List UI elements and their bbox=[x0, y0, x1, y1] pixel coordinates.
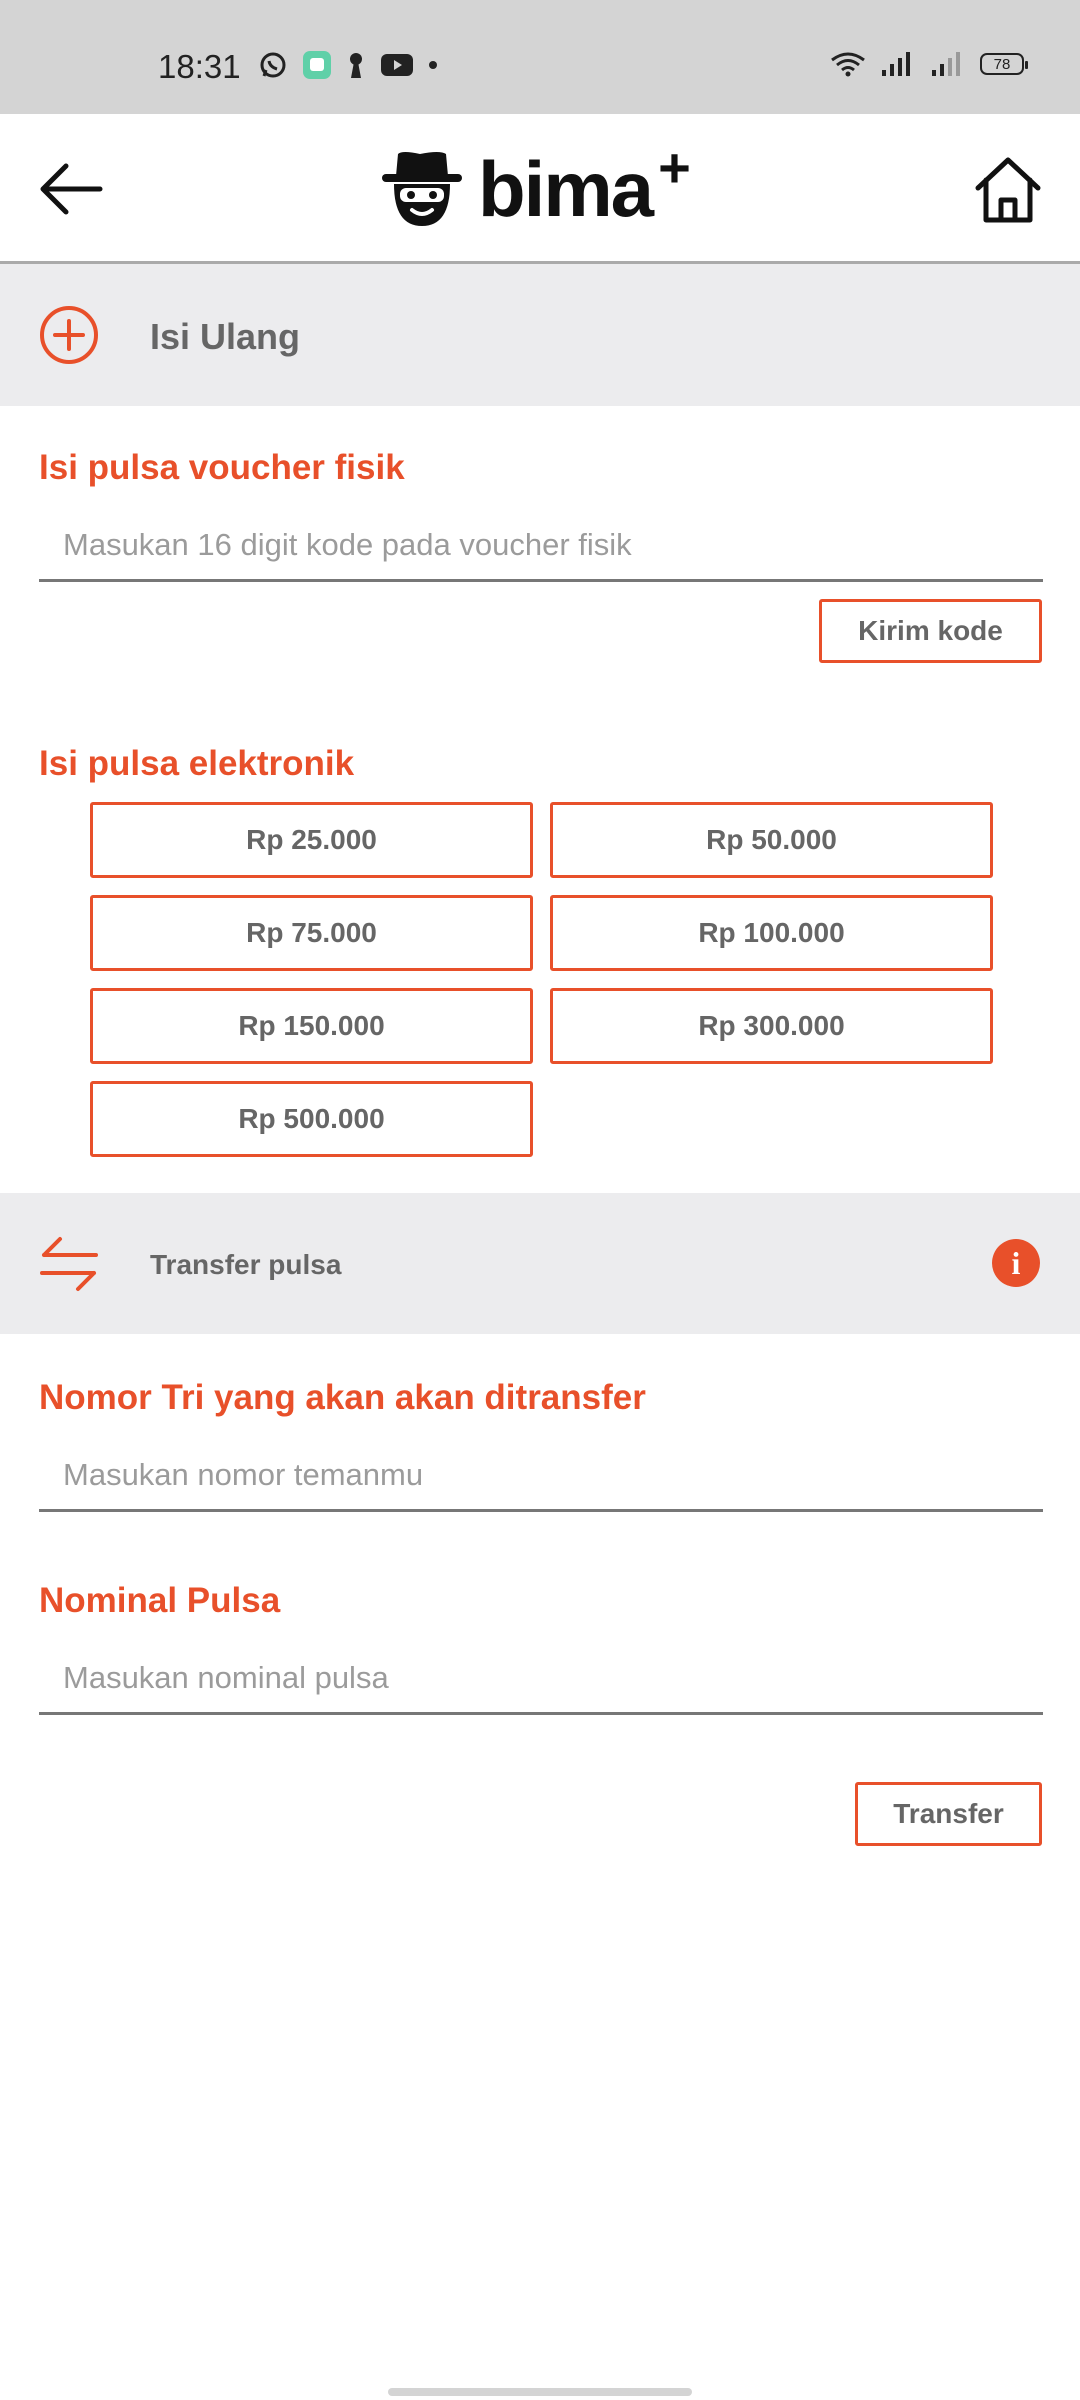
nominal-option-50000[interactable]: Rp 50.000 bbox=[550, 802, 993, 878]
logo-plus: + bbox=[658, 135, 691, 199]
chat-app-icon bbox=[303, 51, 331, 79]
wifi-icon bbox=[831, 52, 865, 77]
keyhole-icon bbox=[350, 53, 362, 78]
whatsapp-icon bbox=[260, 52, 286, 78]
youtube-icon bbox=[381, 54, 413, 76]
nominal-options: Rp 25.000 Rp 50.000 Rp 75.000 Rp 100.000… bbox=[90, 802, 994, 1157]
signal-icon bbox=[882, 52, 910, 76]
back-arrow-icon bbox=[40, 163, 103, 215]
gesture-bar[interactable] bbox=[388, 2388, 692, 2396]
status-time: 18:31 bbox=[158, 48, 241, 85]
home-button[interactable] bbox=[972, 154, 1044, 226]
transfer-button[interactable]: Transfer bbox=[855, 1782, 1042, 1846]
nominal-option-75000[interactable]: Rp 75.000 bbox=[90, 895, 533, 971]
voucher-heading: Isi pulsa voucher fisik bbox=[39, 448, 405, 487]
nominal-option-100000[interactable]: Rp 100.000 bbox=[550, 895, 993, 971]
battery-indicator: 78 bbox=[980, 53, 1028, 75]
friend-number-input[interactable] bbox=[39, 1440, 1043, 1512]
app-header: bima + bbox=[0, 114, 1080, 264]
voucher-code-input[interactable] bbox=[39, 510, 1043, 582]
spy-mascot-icon bbox=[382, 152, 462, 226]
transfer-title: Transfer pulsa bbox=[150, 1249, 342, 1280]
battery-level: 78 bbox=[993, 55, 1011, 73]
back-button[interactable] bbox=[36, 154, 106, 224]
plus-circle-icon bbox=[40, 306, 98, 364]
nominal-pulsa-input[interactable] bbox=[39, 1643, 1043, 1715]
isi-ulang-section-header: Isi Ulang bbox=[0, 264, 1080, 406]
nominal-option-300000[interactable]: Rp 300.000 bbox=[550, 988, 993, 1064]
info-icon[interactable]: i bbox=[992, 1239, 1040, 1287]
kirim-kode-button[interactable]: Kirim kode bbox=[819, 599, 1042, 663]
bima-logo: bima + bbox=[380, 136, 691, 234]
logo-text: bima bbox=[478, 144, 654, 233]
transfer-section-header: Transfer pulsa i bbox=[0, 1193, 1080, 1334]
system-icons: 78 bbox=[830, 50, 1028, 78]
notification-icons bbox=[258, 50, 438, 80]
status-bar: 18:31 78 bbox=[0, 0, 1080, 114]
dot-icon bbox=[429, 61, 437, 69]
isi-ulang-title: Isi Ulang bbox=[150, 316, 301, 357]
elektronik-heading: Isi pulsa elektronik bbox=[39, 744, 355, 783]
transfer-arrows-icon bbox=[40, 1237, 98, 1291]
nominal-option-500000[interactable]: Rp 500.000 bbox=[90, 1081, 533, 1157]
nominal-pulsa-heading: Nominal Pulsa bbox=[39, 1581, 281, 1620]
transfer-number-heading: Nomor Tri yang akan akan ditransfer bbox=[39, 1378, 646, 1417]
nominal-option-150000[interactable]: Rp 150.000 bbox=[90, 988, 533, 1064]
home-icon bbox=[975, 157, 1041, 223]
nominal-option-25000[interactable]: Rp 25.000 bbox=[90, 802, 533, 878]
signal-icon bbox=[932, 52, 960, 76]
